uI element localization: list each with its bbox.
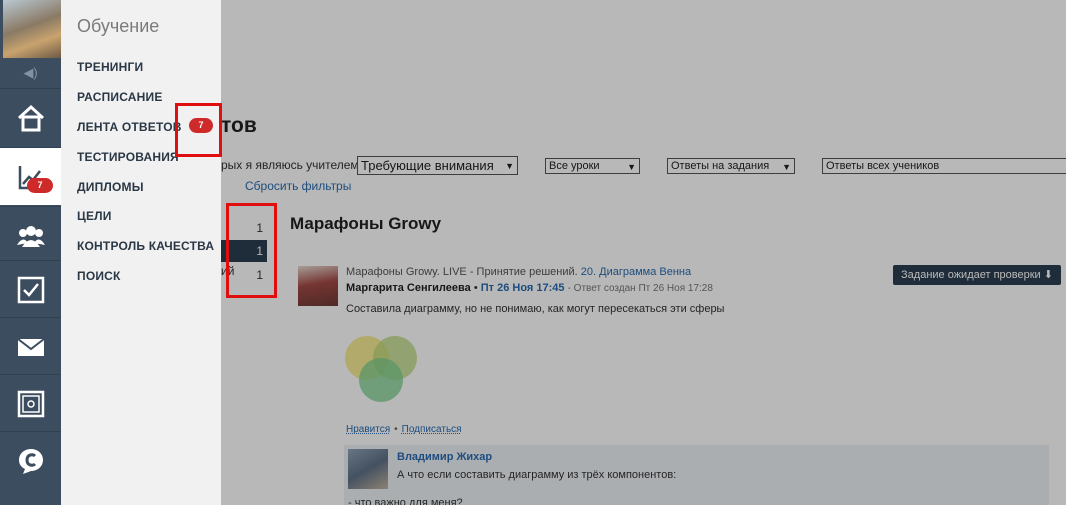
menu-item-testing[interactable]: ТЕСТИРОВАНИЯ <box>77 150 179 164</box>
chevron-down-icon: ▼ <box>782 162 791 172</box>
main-content: тов рых я являюсь учителем Требующие вни… <box>221 0 1066 505</box>
home-nav-button[interactable] <box>0 88 61 146</box>
chat-icon <box>18 448 43 474</box>
menu-item-diplomas[interactable]: ДИПЛОМЫ <box>77 180 144 194</box>
reply-comment: Владимир Жихар А что если составить диаг… <box>344 445 1049 505</box>
course-count[interactable]: 1 <box>221 217 267 239</box>
page-title: тов <box>221 114 257 137</box>
post-meta: Маргарита Сенгилеева • Пт 26 Ноя 17:45 -… <box>346 282 713 294</box>
lessons-filter-select[interactable]: Все уроки ▼ <box>545 158 640 174</box>
post-text: Составила диаграмму, но не понимаю, как … <box>346 303 725 315</box>
home-icon <box>17 104 44 131</box>
menu-item-search[interactable]: ПОИСК <box>77 269 121 283</box>
icon-rail: ◀) 7 <box>0 0 61 505</box>
post-date[interactable]: Пт 26 Ноя 17:45 <box>481 282 565 294</box>
users-nav-button[interactable] <box>0 206 61 264</box>
venn-diagram-image[interactable] <box>343 330 423 406</box>
mail-icon <box>16 337 45 356</box>
answers-filter-value: Ответы на задания <box>671 160 770 172</box>
post-course: Марафоны Growy. LIVE - Принятие решений.… <box>346 266 691 278</box>
feed-nav-button[interactable] <box>0 147 61 205</box>
post-created: - Ответ создан Пт 26 Ноя 17:28 <box>567 283 713 294</box>
menu-item-answer-feed[interactable]: ЛЕНТА ОТВЕТОВ <box>77 120 182 134</box>
post-author[interactable]: Маргарита Сенгилеева <box>346 282 471 294</box>
chat-nav-button[interactable] <box>0 431 61 489</box>
post-actions: Нравится • Подписаться <box>346 424 462 435</box>
lessons-filter-value: Все уроки <box>549 160 600 172</box>
filter-label: рых я являюсь учителем <box>221 158 359 172</box>
feed-badge: 7 <box>27 178 53 193</box>
course-count-selected[interactable]: 1 <box>221 240 267 262</box>
reply-text: А что если составить диаграмму из трёх к… <box>397 469 677 481</box>
users-icon <box>16 225 45 247</box>
menu-item-goals[interactable]: ЦЕЛИ <box>77 209 112 223</box>
menu-item-quality-control[interactable]: КОНТРОЛЬ КАЧЕСТВА <box>77 239 214 253</box>
course-label-fragment: ий <box>221 264 235 278</box>
students-filter-select[interactable]: Ответы всех учеников <box>822 158 1066 174</box>
author-avatar[interactable] <box>298 266 338 306</box>
menu-item-trainings[interactable]: ТРЕНИНГИ <box>77 60 143 74</box>
section-title: Марафоны Growy <box>290 214 442 233</box>
tasks-nav-button[interactable] <box>0 260 61 318</box>
speaker-icon[interactable]: ◀) <box>0 60 61 86</box>
students-filter-value: Ответы всех учеников <box>826 160 940 172</box>
attention-filter-select[interactable]: Требующие внимания ▼ <box>357 156 518 175</box>
subscribe-link[interactable]: Подписаться <box>402 424 462 435</box>
reply-author[interactable]: Владимир Жихар <box>397 451 492 463</box>
answers-filter-select[interactable]: Ответы на задания ▼ <box>667 158 795 174</box>
like-link[interactable]: Нравится <box>346 424 390 435</box>
reply-text-line2: - что важно для меня? <box>348 497 463 505</box>
checkbox-icon <box>17 276 44 303</box>
safe-nav-button[interactable] <box>0 374 61 432</box>
actions-separator: • <box>394 424 398 435</box>
chevron-down-icon: ▼ <box>505 161 514 171</box>
attention-filter-value: Требующие внимания <box>361 158 494 173</box>
answer-feed-badge: 7 <box>189 118 213 133</box>
reply-avatar[interactable] <box>348 449 388 489</box>
chevron-down-icon: ▼ <box>627 162 636 172</box>
meta-separator: • <box>473 282 481 294</box>
safe-icon <box>17 390 44 417</box>
menu-title: Обучение <box>77 16 160 36</box>
mail-nav-button[interactable] <box>0 317 61 375</box>
reset-filters-link[interactable]: Сбросить фильтры <box>245 179 351 193</box>
menu-item-schedule[interactable]: РАСПИСАНИЕ <box>77 90 163 104</box>
lesson-link[interactable]: 20. Диаграмма Венна <box>581 266 691 278</box>
course-name: Марафоны Growy. LIVE - Принятие решений. <box>346 266 578 278</box>
learning-menu: Обучение ТРЕНИНГИ РАСПИСАНИЕ ЛЕНТА ОТВЕТ… <box>61 0 221 505</box>
awaiting-review-button[interactable]: Задание ожидает проверки ⬇ <box>893 265 1061 285</box>
user-avatar[interactable] <box>3 0 61 58</box>
